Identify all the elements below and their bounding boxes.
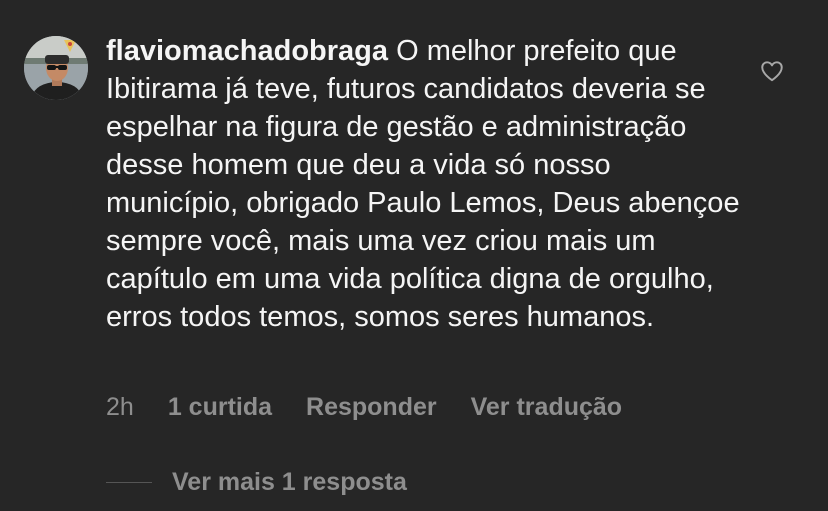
likes-count-link[interactable]: 1 curtida (168, 393, 272, 422)
comment-text: O melhor prefeito que Ibitirama já teve,… (106, 35, 740, 333)
comment-meta: 2h 1 curtida Responder Ver tradução (106, 390, 622, 424)
user-avatar[interactable] (24, 36, 88, 100)
heart-icon[interactable] (759, 58, 785, 84)
view-replies-button[interactable]: Ver mais 1 resposta (106, 464, 407, 500)
reply-button[interactable]: Responder (306, 393, 437, 422)
comment-timestamp: 2h (106, 392, 134, 421)
translate-button[interactable]: Ver tradução (471, 393, 622, 422)
avatar-image (24, 36, 88, 100)
view-replies-label: Ver mais 1 resposta (172, 467, 407, 496)
comment-username[interactable]: flaviomachadobraga (106, 35, 388, 67)
replies-divider (106, 481, 152, 483)
comment-body: flaviomachadobraga O melhor prefeito que… (106, 32, 746, 336)
